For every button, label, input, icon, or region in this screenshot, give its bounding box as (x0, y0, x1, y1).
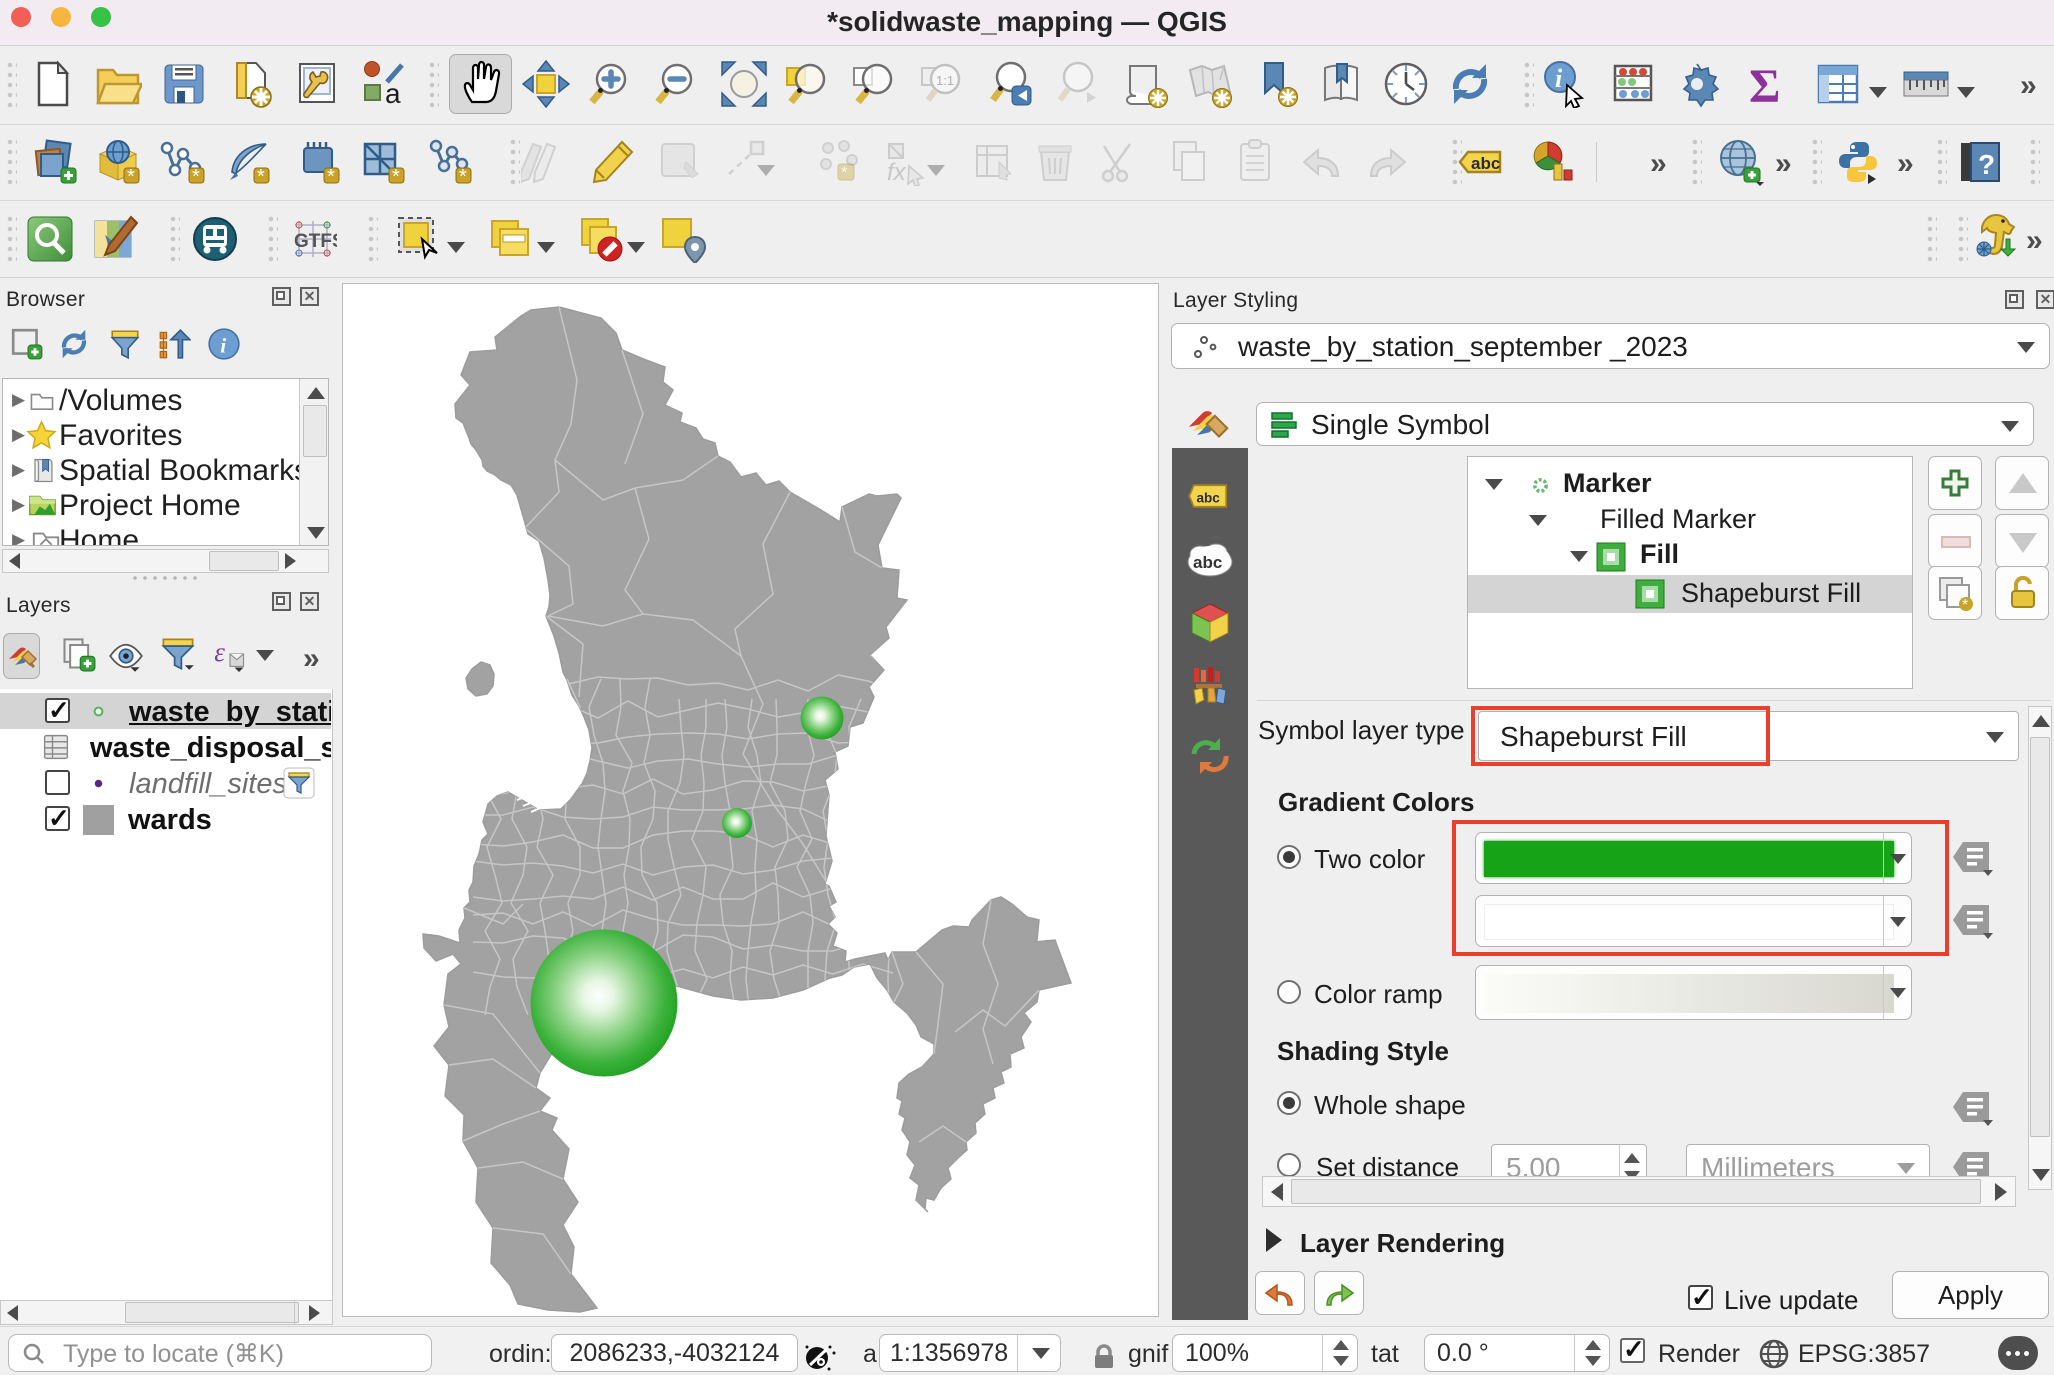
svg-text:*: * (392, 166, 400, 186)
svg-text:*: * (327, 166, 335, 186)
svg-text:*: * (459, 166, 467, 186)
svg-text:abc: abc (1471, 154, 1500, 173)
svg-text:fx: fx (887, 159, 907, 186)
svg-text:?: ? (1978, 149, 1995, 180)
svg-text:abc: abc (1197, 490, 1221, 505)
svg-text:*: * (1962, 597, 1968, 613)
svg-text:ε: ε (214, 637, 225, 667)
svg-text:i: i (220, 334, 226, 358)
svg-text:GTFS: GTFS (294, 231, 337, 252)
svg-text:*: * (127, 166, 135, 186)
svg-text:*: * (257, 166, 265, 186)
svg-text:a: a (385, 78, 401, 108)
svg-text:*: * (841, 163, 848, 182)
svg-text:1:1: 1:1 (936, 73, 954, 88)
svg-text:*: * (192, 166, 200, 186)
svg-text:i: i (1555, 64, 1563, 93)
svg-text:abc: abc (1193, 553, 1222, 572)
svg-text:Σ: Σ (1749, 60, 1780, 108)
